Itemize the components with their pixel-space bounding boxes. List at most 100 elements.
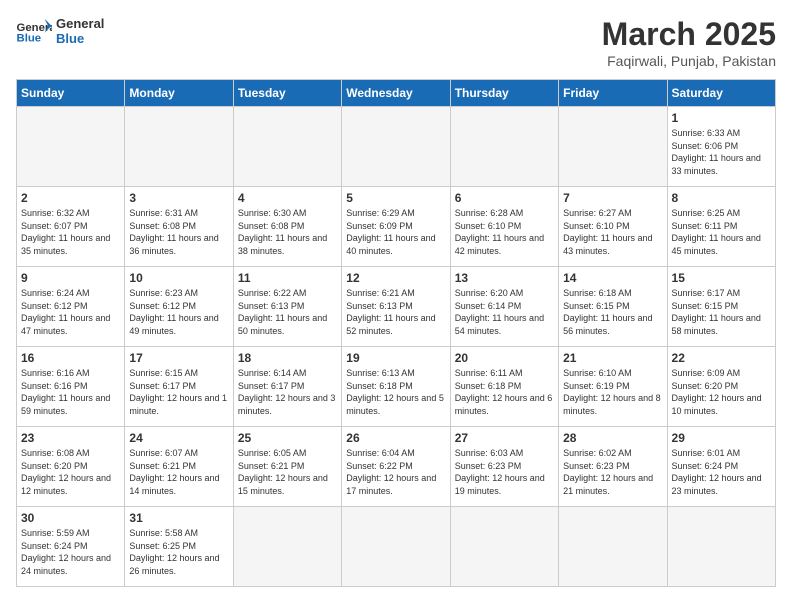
day-info: Sunrise: 5:59 AMSunset: 6:24 PMDaylight:… (21, 527, 120, 577)
day-info: Sunrise: 6:23 AMSunset: 6:12 PMDaylight:… (129, 287, 228, 337)
month-year-title: March 2025 (602, 16, 776, 53)
calendar-cell: 21 Sunrise: 6:10 AMSunset: 6:19 PMDayligh… (559, 347, 667, 427)
title-block: March 2025 Faqirwali, Punjab, Pakistan (602, 16, 776, 69)
day-number: 28 (563, 431, 662, 445)
calendar-cell: 28 Sunrise: 6:02 AMSunset: 6:23 PMDayligh… (559, 427, 667, 507)
day-number: 3 (129, 191, 228, 205)
calendar-cell (17, 107, 125, 187)
day-number: 21 (563, 351, 662, 365)
calendar-cell (559, 507, 667, 587)
day-info: Sunrise: 6:21 AMSunset: 6:13 PMDaylight:… (346, 287, 445, 337)
day-number: 26 (346, 431, 445, 445)
day-info: Sunrise: 6:11 AMSunset: 6:18 PMDaylight:… (455, 367, 554, 417)
calendar-week-1: 1Sunrise: 6:33 AMSunset: 6:06 PMDaylight… (17, 107, 776, 187)
day-info: Sunrise: 6:27 AMSunset: 6:10 PMDaylight:… (563, 207, 662, 257)
calendar-cell: 31 Sunrise: 5:58 AMSunset: 6:25 PMDayligh… (125, 507, 233, 587)
day-info: Sunrise: 6:30 AMSunset: 6:08 PMDaylight:… (238, 207, 337, 257)
calendar-cell (667, 507, 775, 587)
calendar-cell (233, 107, 341, 187)
day-number: 29 (672, 431, 771, 445)
calendar-cell: 22Sunrise: 6:09 AMSunset: 6:20 PMDayligh… (667, 347, 775, 427)
day-info: Sunrise: 6:08 AMSunset: 6:20 PMDaylight:… (21, 447, 120, 497)
day-number: 9 (21, 271, 120, 285)
day-info: Sunrise: 6:28 AMSunset: 6:10 PMDaylight:… (455, 207, 554, 257)
calendar-cell: 18Sunrise: 6:14 AMSunset: 6:17 PMDayligh… (233, 347, 341, 427)
day-info: Sunrise: 6:22 AMSunset: 6:13 PMDaylight:… (238, 287, 337, 337)
day-number: 4 (238, 191, 337, 205)
calendar-cell (125, 107, 233, 187)
col-header-friday: Friday (559, 80, 667, 107)
day-info: Sunrise: 6:32 AMSunset: 6:07 PMDaylight:… (21, 207, 120, 257)
day-info: Sunrise: 6:13 AMSunset: 6:18 PMDaylight:… (346, 367, 445, 417)
calendar-cell (342, 507, 450, 587)
calendar-cell: 5Sunrise: 6:29 AMSunset: 6:09 PMDaylight… (342, 187, 450, 267)
calendar-cell (559, 107, 667, 187)
calendar-cell: 14 Sunrise: 6:18 AMSunset: 6:15 PMDayligh… (559, 267, 667, 347)
day-number: 10 (129, 271, 228, 285)
calendar-cell: 15Sunrise: 6:17 AMSunset: 6:15 PMDayligh… (667, 267, 775, 347)
day-info: Sunrise: 6:33 AMSunset: 6:06 PMDaylight:… (672, 127, 771, 177)
day-number: 8 (672, 191, 771, 205)
day-number: 13 (455, 271, 554, 285)
day-number: 20 (455, 351, 554, 365)
day-info: Sunrise: 6:16 AMSunset: 6:16 PMDaylight:… (21, 367, 120, 417)
calendar-table: SundayMondayTuesdayWednesdayThursdayFrid… (16, 79, 776, 587)
day-info: Sunrise: 6:09 AMSunset: 6:20 PMDaylight:… (672, 367, 771, 417)
day-info: Sunrise: 6:05 AMSunset: 6:21 PMDaylight:… (238, 447, 337, 497)
calendar-week-6: 30 Sunrise: 5:59 AMSunset: 6:24 PMDayligh… (17, 507, 776, 587)
calendar-week-5: 23 Sunrise: 6:08 AMSunset: 6:20 PMDayligh… (17, 427, 776, 507)
calendar-cell (450, 507, 558, 587)
col-header-tuesday: Tuesday (233, 80, 341, 107)
col-header-wednesday: Wednesday (342, 80, 450, 107)
calendar-cell: 4 Sunrise: 6:30 AMSunset: 6:08 PMDaylight… (233, 187, 341, 267)
logo-icon: General Blue (16, 17, 52, 45)
calendar-cell: 10 Sunrise: 6:23 AMSunset: 6:12 PMDayligh… (125, 267, 233, 347)
day-info: Sunrise: 6:17 AMSunset: 6:15 PMDaylight:… (672, 287, 771, 337)
logo: General Blue General Blue (16, 16, 104, 46)
calendar-week-3: 9 Sunrise: 6:24 AMSunset: 6:12 PMDaylight… (17, 267, 776, 347)
calendar-cell: 9 Sunrise: 6:24 AMSunset: 6:12 PMDaylight… (17, 267, 125, 347)
calendar-cell: 13 Sunrise: 6:20 AMSunset: 6:14 PMDayligh… (450, 267, 558, 347)
day-info: Sunrise: 6:24 AMSunset: 6:12 PMDaylight:… (21, 287, 120, 337)
day-number: 31 (129, 511, 228, 525)
calendar-cell: 23 Sunrise: 6:08 AMSunset: 6:20 PMDayligh… (17, 427, 125, 507)
calendar-cell: 2Sunrise: 6:32 AMSunset: 6:07 PMDaylight… (17, 187, 125, 267)
day-info: Sunrise: 6:20 AMSunset: 6:14 PMDaylight:… (455, 287, 554, 337)
day-number: 18 (238, 351, 337, 365)
day-number: 6 (455, 191, 554, 205)
day-number: 30 (21, 511, 120, 525)
col-header-monday: Monday (125, 80, 233, 107)
page-header: General Blue General Blue March 2025 Faq… (16, 16, 776, 69)
logo-general-text: General (56, 16, 104, 31)
day-info: Sunrise: 6:02 AMSunset: 6:23 PMDaylight:… (563, 447, 662, 497)
svg-text:Blue: Blue (17, 33, 42, 45)
day-info: Sunrise: 6:07 AMSunset: 6:21 PMDaylight:… (129, 447, 228, 497)
calendar-cell: 30 Sunrise: 5:59 AMSunset: 6:24 PMDayligh… (17, 507, 125, 587)
calendar-cell (450, 107, 558, 187)
day-info: Sunrise: 5:58 AMSunset: 6:25 PMDaylight:… (129, 527, 228, 577)
day-number: 16 (21, 351, 120, 365)
day-number: 14 (563, 271, 662, 285)
calendar-cell: 26 Sunrise: 6:04 AMSunset: 6:22 PMDayligh… (342, 427, 450, 507)
day-number: 7 (563, 191, 662, 205)
calendar-cell: 1Sunrise: 6:33 AMSunset: 6:06 PMDaylight… (667, 107, 775, 187)
day-info: Sunrise: 6:18 AMSunset: 6:15 PMDaylight:… (563, 287, 662, 337)
calendar-cell (233, 507, 341, 587)
day-info: Sunrise: 6:04 AMSunset: 6:22 PMDaylight:… (346, 447, 445, 497)
calendar-cell: 11 Sunrise: 6:22 AMSunset: 6:13 PMDayligh… (233, 267, 341, 347)
calendar-cell: 16 Sunrise: 6:16 AMSunset: 6:16 PMDayligh… (17, 347, 125, 427)
day-info: Sunrise: 6:29 AMSunset: 6:09 PMDaylight:… (346, 207, 445, 257)
day-number: 27 (455, 431, 554, 445)
day-info: Sunrise: 6:10 AMSunset: 6:19 PMDaylight:… (563, 367, 662, 417)
day-number: 23 (21, 431, 120, 445)
day-number: 11 (238, 271, 337, 285)
col-header-thursday: Thursday (450, 80, 558, 107)
col-header-sunday: Sunday (17, 80, 125, 107)
calendar-cell: 20 Sunrise: 6:11 AMSunset: 6:18 PMDayligh… (450, 347, 558, 427)
day-number: 25 (238, 431, 337, 445)
calendar-header-row: SundayMondayTuesdayWednesdayThursdayFrid… (17, 80, 776, 107)
col-header-saturday: Saturday (667, 80, 775, 107)
calendar-cell: 25 Sunrise: 6:05 AMSunset: 6:21 PMDayligh… (233, 427, 341, 507)
day-info: Sunrise: 6:03 AMSunset: 6:23 PMDaylight:… (455, 447, 554, 497)
calendar-cell: 6 Sunrise: 6:28 AMSunset: 6:10 PMDaylight… (450, 187, 558, 267)
